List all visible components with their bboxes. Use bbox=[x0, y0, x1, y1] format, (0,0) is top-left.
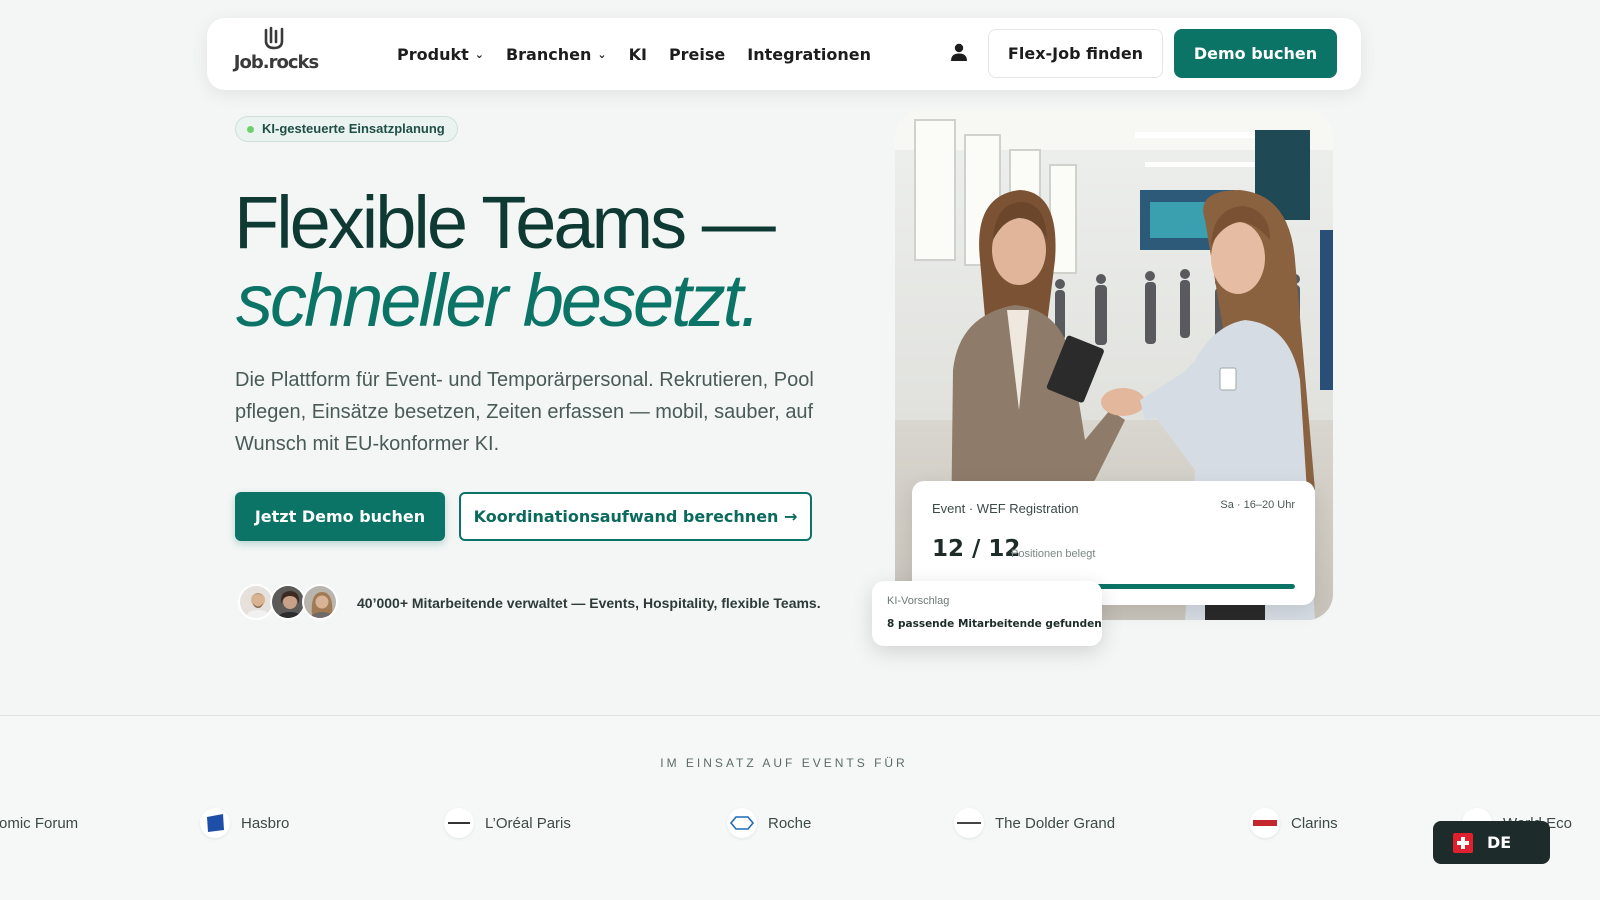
top-navigation: Job.rocks Produkt ⌄ Branchen ⌄ KI Preise… bbox=[207, 18, 1361, 90]
client-name: Clarins bbox=[1291, 814, 1338, 832]
nav-item-label: Branchen bbox=[505, 44, 592, 64]
avatar bbox=[302, 584, 338, 620]
avatar bbox=[270, 584, 306, 620]
dolder-grand-logo-icon bbox=[954, 808, 984, 838]
headline-line-2: schneller besetzt. bbox=[236, 259, 761, 342]
book-demo-button[interactable]: Jetzt Demo buchen bbox=[235, 492, 445, 541]
nav-item-branchen[interactable]: Branchen ⌄ bbox=[506, 45, 607, 64]
roche-logo-icon bbox=[727, 808, 757, 838]
language-switcher[interactable]: DE bbox=[1433, 821, 1550, 864]
nav-item-produkt[interactable]: Produkt ⌄ bbox=[397, 45, 484, 64]
user-icon[interactable] bbox=[949, 42, 969, 62]
client-name: L’Oréal Paris bbox=[485, 814, 571, 832]
client-logo-clarins: Clarins bbox=[1250, 808, 1338, 838]
nav-item-ki[interactable]: KI bbox=[629, 45, 647, 64]
client-name: Hasbro bbox=[241, 814, 290, 832]
client-logo-world-economic-forum: omic Forum bbox=[0, 808, 78, 838]
chevron-down-icon: ⌄ bbox=[474, 47, 484, 61]
client-name: Roche bbox=[768, 814, 812, 832]
loreal-logo-icon bbox=[444, 808, 474, 838]
swiss-flag-icon bbox=[1453, 832, 1473, 853]
nav-item-integrationen[interactable]: Integrationen bbox=[747, 45, 871, 64]
client-logo-roche: Roche bbox=[727, 808, 811, 838]
headline-line-1: Flexible Teams — bbox=[234, 181, 776, 264]
nav-item-label: Produkt bbox=[397, 44, 469, 64]
nav-item-label: Preise bbox=[668, 44, 726, 64]
avatar-group bbox=[238, 584, 342, 622]
nav-links: Produkt ⌄ Branchen ⌄ KI Preise Integrati… bbox=[397, 18, 871, 90]
hasbro-logo-icon bbox=[200, 808, 230, 838]
status-dot-icon bbox=[247, 126, 254, 133]
client-logo-the-dolder-grand: The Dolder Grand bbox=[954, 808, 1115, 838]
clarins-logo-icon bbox=[1250, 808, 1280, 838]
nav-item-preise[interactable]: Preise bbox=[669, 45, 725, 64]
client-name: omic Forum bbox=[0, 814, 79, 832]
jobrocks-logo[interactable]: Job.rocks bbox=[231, 26, 321, 82]
chevron-down-icon: ⌄ bbox=[597, 47, 607, 61]
event-time: Sa · 16–20 Uhr bbox=[1220, 499, 1295, 511]
feature-badge: KI-gesteuerte Einsatzplanung bbox=[235, 116, 458, 142]
client-logo-hasbro: Hasbro bbox=[200, 808, 289, 838]
flex-job-button[interactable]: Flex-Job finden bbox=[988, 29, 1163, 78]
event-label: Event · WEF Registration bbox=[932, 501, 1079, 516]
avatar bbox=[238, 584, 274, 620]
demo-button[interactable]: Demo buchen bbox=[1174, 29, 1337, 78]
nav-item-label: Integrationen bbox=[747, 44, 872, 64]
badge-label: KI-gesteuerte Einsatzplanung bbox=[262, 121, 445, 136]
logo-text: Job.rocks bbox=[233, 52, 319, 73]
ai-suggestion-card: KI-Vorschlag 8 passende Mitarbeitende ge… bbox=[872, 581, 1102, 646]
positions-count: 12 / 12 bbox=[932, 536, 1021, 562]
logo-hand-icon bbox=[264, 26, 284, 50]
hero-lead-text: Die Plattform für Event- und Temporärper… bbox=[235, 369, 814, 455]
calculate-effort-button[interactable]: Koordinationsaufwand berechnen → bbox=[459, 492, 812, 541]
clients-heading: IM EINSATZ AUF EVENTS FÜR bbox=[660, 756, 908, 770]
nav-item-label: KI bbox=[628, 44, 647, 64]
social-proof-text: 40’000+ Mitarbeitende verwaltet — Events… bbox=[357, 595, 821, 611]
language-code: DE bbox=[1487, 833, 1512, 852]
client-logo-loreal: L’Oréal Paris bbox=[444, 808, 571, 838]
client-name: The Dolder Grand bbox=[995, 814, 1116, 832]
ai-suggestion-text: 8 passende Mitarbeitende gefunden bbox=[887, 618, 1102, 630]
positions-count-label: Positionen belegt bbox=[1011, 548, 1096, 560]
ai-suggestion-title: KI-Vorschlag bbox=[887, 595, 950, 607]
